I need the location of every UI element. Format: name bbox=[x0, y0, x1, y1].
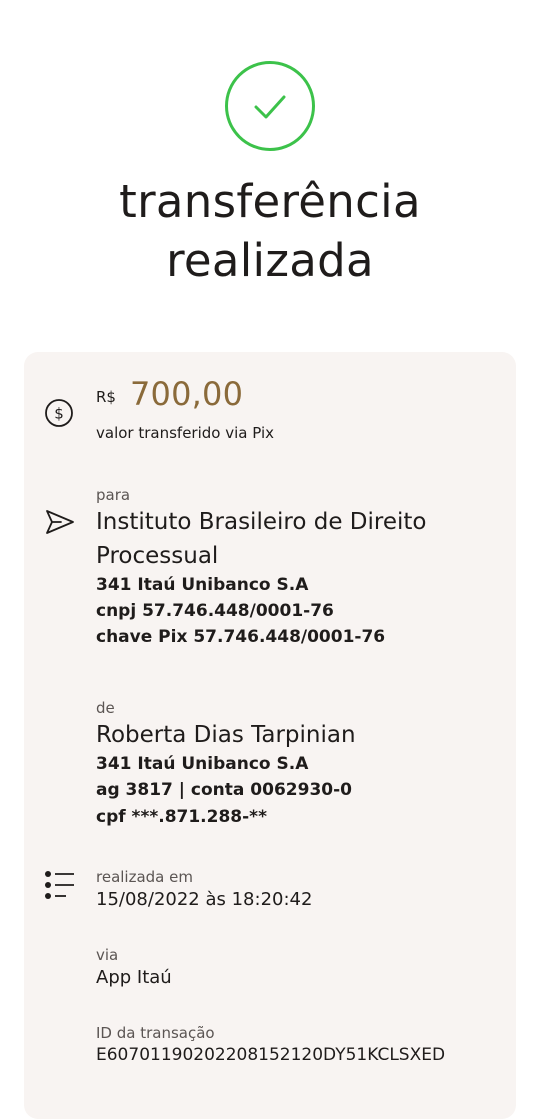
sender-bank: 341 Itaú Unibanco S.A bbox=[96, 754, 309, 774]
sender-account: ag 3817 | conta 0062930-0 bbox=[96, 780, 352, 800]
via-label: via bbox=[96, 946, 119, 964]
amount-value: 700,00 bbox=[130, 375, 244, 413]
title-line-1: transferência bbox=[119, 175, 421, 228]
recipient-name-line-2: Processual bbox=[96, 543, 219, 569]
sender-cpf: cpf ***.871.288-** bbox=[96, 807, 267, 827]
page-title: transferência realizada bbox=[0, 172, 540, 290]
recipient-pix-key: chave Pix 57.746.448/0001-76 bbox=[96, 627, 386, 647]
date-label: realizada em bbox=[96, 868, 193, 886]
amount-label: valor transferido via Pix bbox=[96, 424, 274, 442]
sender-label: de bbox=[96, 699, 115, 717]
date-value: 15/08/2022 às 18:20:42 bbox=[96, 889, 313, 910]
recipient-label: para bbox=[96, 486, 131, 504]
recipient-cnpj: cnpj 57.746.448/0001-76 bbox=[96, 601, 334, 621]
send-icon bbox=[46, 510, 74, 534]
list-icon bbox=[45, 871, 74, 899]
via-value: App Itaú bbox=[96, 967, 172, 988]
recipient-name-line-1: Instituto Brasileiro de Direito bbox=[96, 509, 427, 535]
transaction-id-value: E60701190202208152120DY51KCLSXED bbox=[96, 1045, 446, 1065]
money-icon: $ bbox=[45, 399, 73, 427]
currency-symbol: R$ bbox=[96, 388, 116, 406]
transfer-receipt-page: transferência realizada $ R$ 700,00 valo… bbox=[0, 0, 540, 1119]
title-line-2: realizada bbox=[166, 234, 374, 287]
check-circle-icon bbox=[225, 61, 315, 151]
transaction-id-label: ID da transação bbox=[96, 1024, 215, 1042]
sender-name: Roberta Dias Tarpinian bbox=[96, 722, 356, 748]
recipient-bank: 341 Itaú Unibanco S.A bbox=[96, 575, 309, 595]
svg-text:$: $ bbox=[54, 405, 64, 423]
